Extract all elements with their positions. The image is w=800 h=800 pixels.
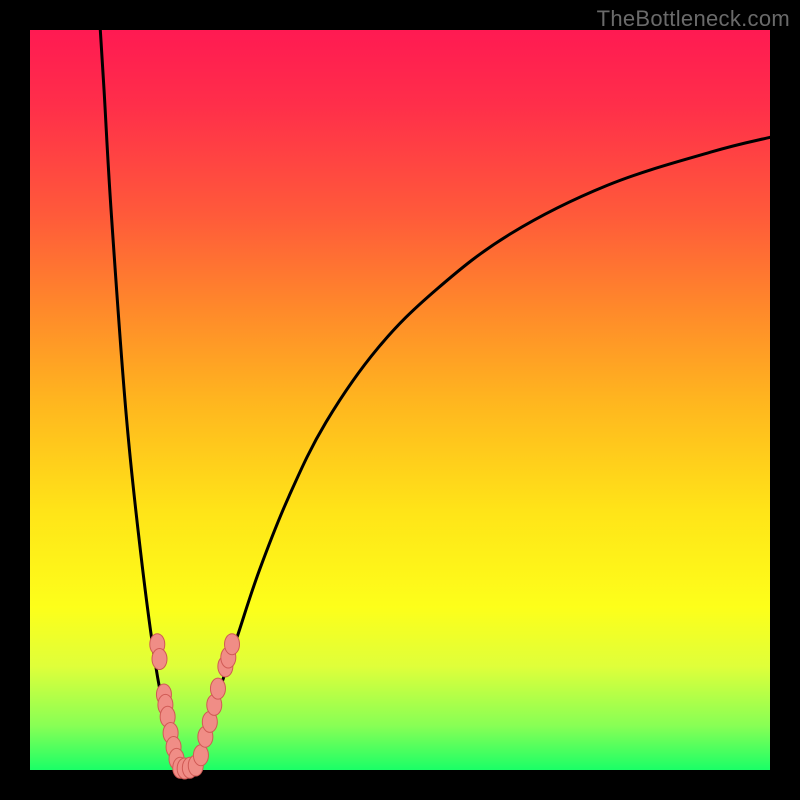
left-curve (100, 30, 181, 770)
marker-left-1 (152, 649, 167, 670)
chart-frame: TheBottleneck.com (0, 0, 800, 800)
chart-svg (0, 0, 800, 800)
marker-layer (150, 634, 240, 779)
right-curve (193, 137, 770, 770)
marker-right-0 (193, 745, 208, 766)
marker-right-7 (225, 634, 240, 655)
curve-layer (100, 30, 770, 770)
marker-right-4 (210, 678, 225, 699)
